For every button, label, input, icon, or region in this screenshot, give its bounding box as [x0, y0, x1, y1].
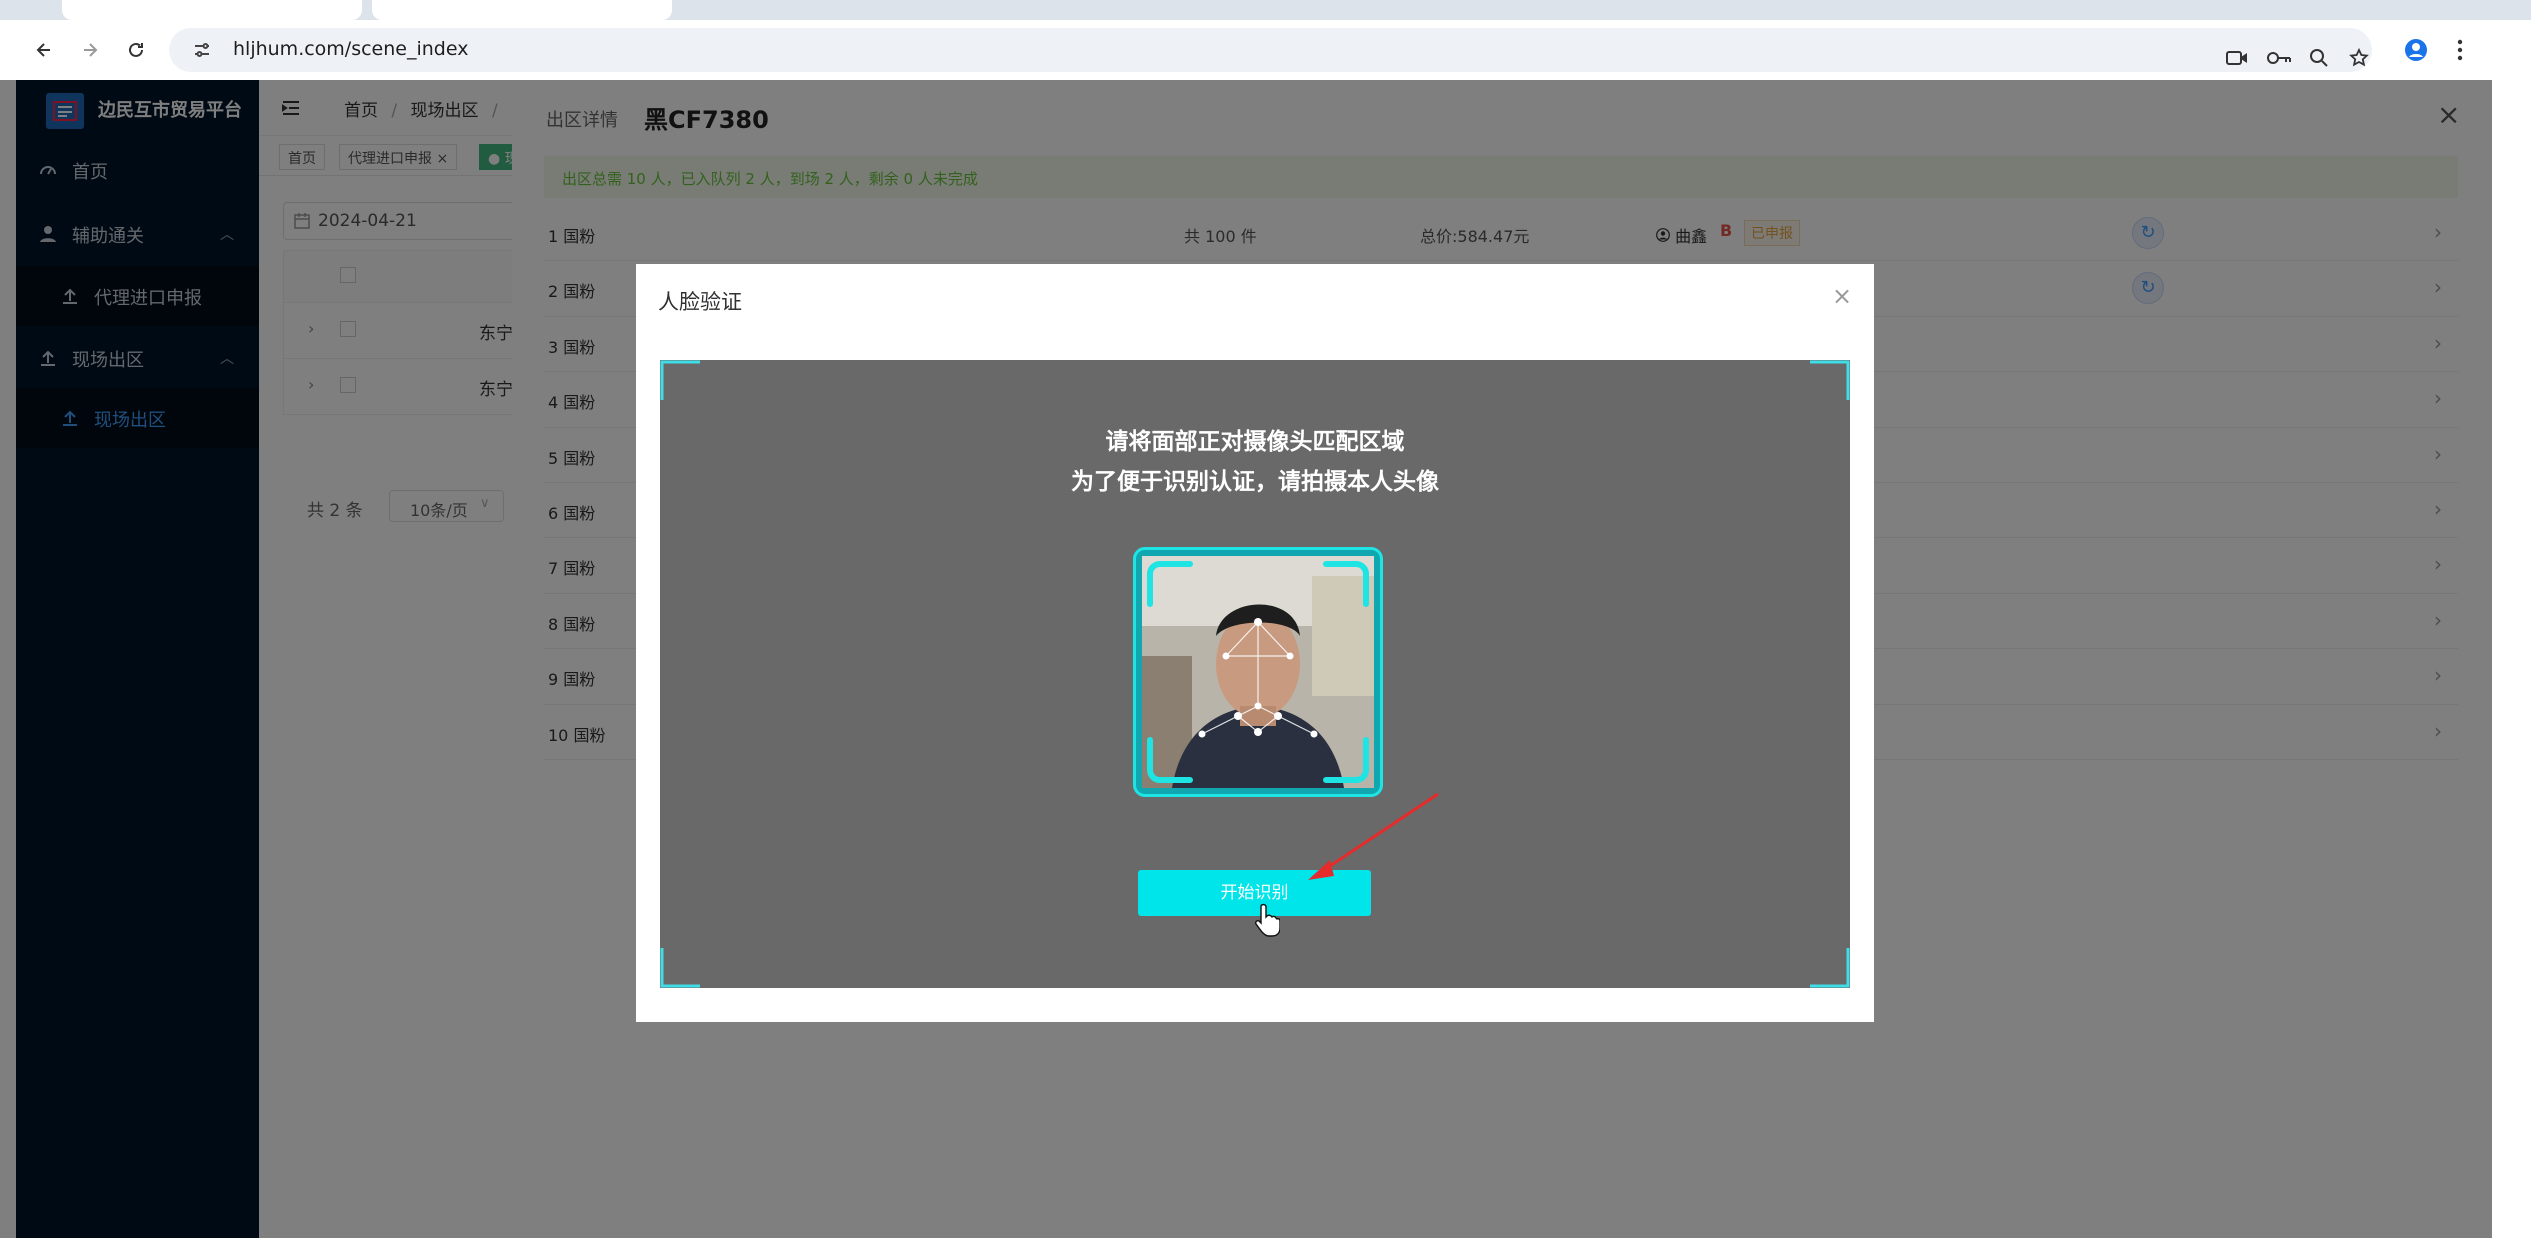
bookmark-star-icon[interactable]	[2343, 42, 2375, 74]
browser-toolbar: hljhum.com/scene_index	[16, 20, 2492, 80]
back-icon[interactable]	[26, 32, 62, 68]
screen: hljhum.com/scene_index 人脸验证 × 请将面部正对摄像头匹…	[0, 0, 2531, 1238]
browser-tab-2[interactable]	[372, 0, 672, 20]
annotation-arrow-icon	[1308, 792, 1439, 880]
camera-icon[interactable]	[2221, 42, 2253, 74]
address-bar[interactable]: hljhum.com/scene_index	[169, 28, 2372, 72]
zoom-icon[interactable]	[2303, 42, 2335, 74]
site-settings-icon[interactable]	[193, 41, 211, 59]
instruction-line-1: 请将面部正对摄像头匹配区域	[1105, 429, 1405, 455]
camera-stage: 请将面部正对摄像头匹配区域 为了便于识别认证，请拍摄本人头像 开始识别	[660, 360, 1850, 988]
browser-tab-1[interactable]	[62, 0, 362, 20]
frame-corner-icon	[660, 360, 700, 400]
frame-corner-icon	[1810, 948, 1850, 988]
password-key-icon[interactable]	[2263, 42, 2295, 74]
camera-preview	[1133, 547, 1383, 797]
browser-tab-strip	[0, 0, 2531, 20]
forward-icon[interactable]	[72, 32, 108, 68]
hand-cursor-icon	[1255, 903, 1280, 937]
url-text[interactable]: hljhum.com/scene_index	[233, 38, 468, 60]
frame-corner-icon	[660, 948, 700, 988]
face-guide-corners-icon	[1147, 561, 1369, 783]
close-icon[interactable]: ×	[1832, 282, 1852, 310]
dialog-title: 人脸验证	[658, 290, 742, 314]
instruction-line-2: 为了便于识别认证，请拍摄本人头像	[1071, 469, 1439, 495]
reload-icon[interactable]	[118, 32, 154, 68]
profile-avatar-icon[interactable]	[2400, 34, 2432, 66]
browser-menu-icon[interactable]	[2444, 34, 2476, 66]
frame-corner-icon	[1810, 360, 1850, 400]
window-edge	[2492, 20, 2531, 1238]
